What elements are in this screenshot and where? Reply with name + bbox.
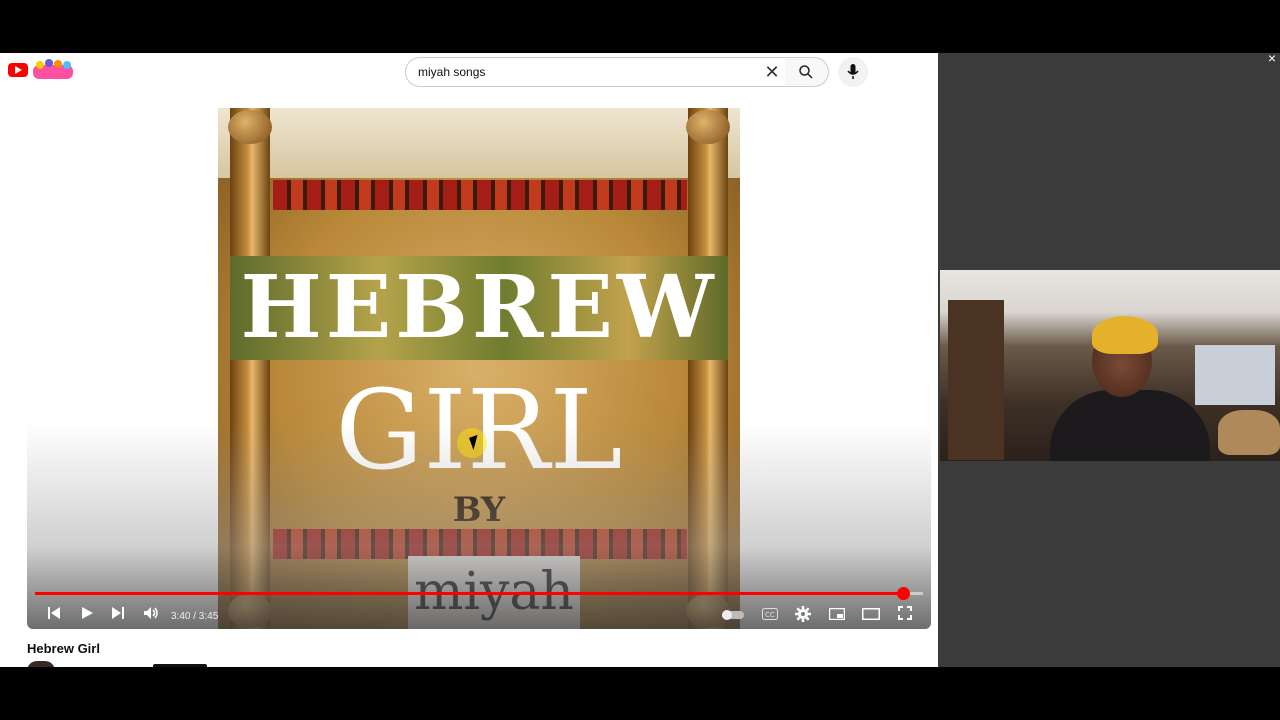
- scroll-knob: [686, 110, 730, 144]
- side-panel: ×: [938, 50, 1280, 667]
- browser-content: miyah songs ✕ HEBREW GI: [0, 53, 938, 671]
- captions-button[interactable]: CC: [760, 606, 780, 626]
- volume-button[interactable]: [141, 606, 161, 626]
- progress-scrubber[interactable]: [896, 587, 910, 600]
- miniplayer-icon: [828, 607, 846, 621]
- video-player[interactable]: HEBREW GIRL BY miyah 3:40 / 3:45: [27, 108, 931, 629]
- decorative-band: [273, 180, 687, 210]
- gear-icon: [795, 606, 811, 622]
- time-display: 3:40 / 3:45: [171, 611, 219, 622]
- autoplay-toggle[interactable]: [721, 606, 745, 626]
- play-icon: [82, 607, 93, 619]
- background-shelf: [948, 300, 1004, 460]
- search-query-text[interactable]: miyah songs: [418, 65, 485, 79]
- skip-next-icon: [112, 607, 124, 619]
- art-parchment-top: [218, 108, 740, 178]
- close-icon[interactable]: ✕: [764, 63, 780, 81]
- settings-button[interactable]: [793, 606, 813, 626]
- close-icon[interactable]: ×: [1268, 50, 1276, 66]
- background-window: [1195, 345, 1275, 405]
- letterbox-bar: [0, 667, 1280, 720]
- miniplayer-button[interactable]: [827, 606, 847, 626]
- youtube-kids-logo-icon[interactable]: [31, 59, 75, 81]
- search-button[interactable]: [785, 57, 829, 87]
- play-button[interactable]: [78, 606, 96, 626]
- theater-mode-icon: [862, 608, 880, 620]
- search-input[interactable]: miyah songs ✕: [405, 57, 787, 87]
- video-title: Hebrew Girl: [27, 641, 100, 656]
- person-hat: [1092, 316, 1158, 354]
- person-body: [1050, 390, 1210, 461]
- scroll-knob: [228, 110, 272, 144]
- youtube-logo-icon[interactable]: [8, 63, 28, 77]
- progress-fill: [35, 592, 903, 595]
- webcam-video: [940, 270, 1280, 461]
- autoplay-toggle-icon: [722, 610, 744, 620]
- previous-button[interactable]: [45, 606, 63, 626]
- background-basket: [1218, 410, 1280, 455]
- fullscreen-icon: [898, 606, 912, 620]
- mic-icon: [847, 64, 859, 79]
- voice-search-button[interactable]: [838, 57, 868, 87]
- progress-bar[interactable]: [35, 587, 923, 600]
- captions-icon: CC: [762, 608, 778, 620]
- art-title-text: HEBREW: [240, 257, 718, 358]
- theater-mode-button[interactable]: [861, 606, 881, 626]
- skip-previous-icon: [48, 607, 60, 619]
- fullscreen-button[interactable]: [895, 606, 915, 626]
- art-title-band: HEBREW: [230, 256, 728, 360]
- svg-text:CC: CC: [765, 611, 775, 619]
- search-icon: [799, 65, 813, 79]
- volume-icon: [144, 607, 158, 619]
- next-button[interactable]: [109, 606, 127, 626]
